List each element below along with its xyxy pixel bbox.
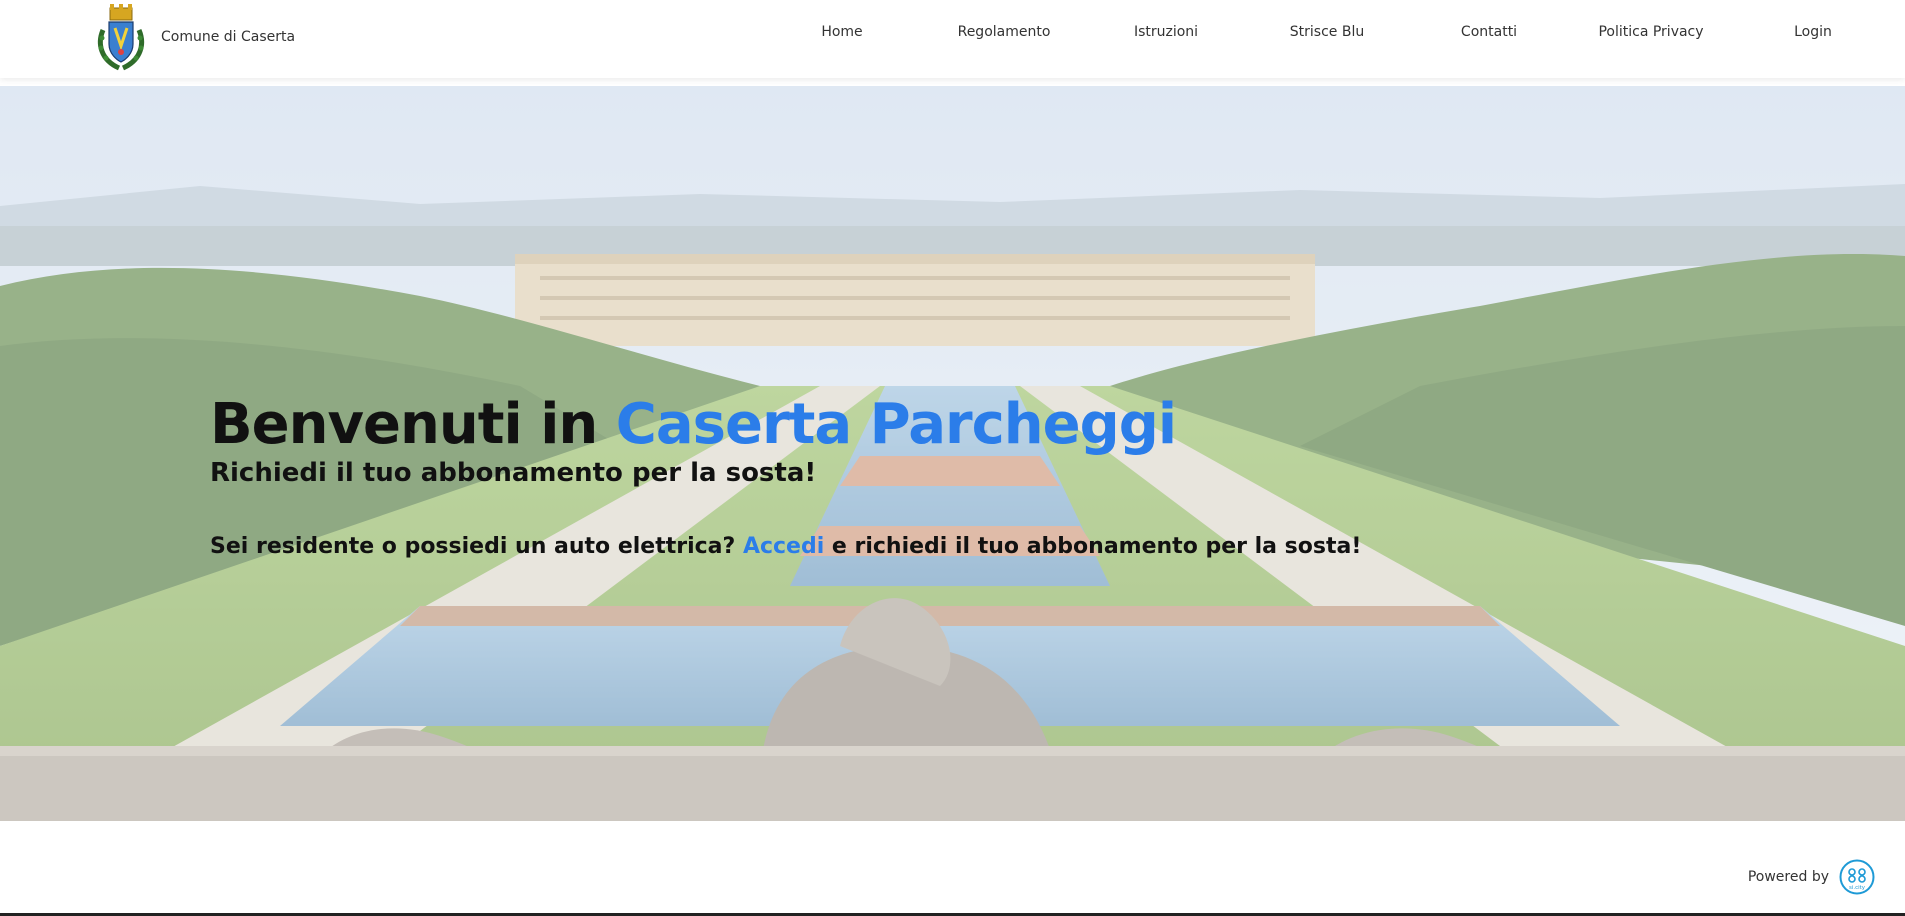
hero-section: Benvenuti in Caserta Parcheggi Richiedi … [0,86,1905,821]
powered-by-label: Powered by [1747,869,1829,885]
hero-cta-prefix: Sei residente o possiedi un auto elettri… [210,533,743,559]
site-header: Comune di Caserta Home Regolamento Istru… [0,0,1905,78]
nav-home[interactable]: Home [821,24,862,40]
accedi-link[interactable]: Accedi [743,534,824,559]
hero-title-accent: Caserta Parcheggi [615,392,1177,457]
svg-text:si.city: si.city [1849,885,1866,891]
hero-cta-suffix: e richiedi il tuo abbonamento per la sos… [824,533,1362,559]
nav-contatti[interactable]: Contatti [1461,24,1517,40]
comune-caserta-crest-icon [97,4,145,71]
brand-name: Comune di Caserta [161,29,296,45]
nav-strisce-blu[interactable]: Strisce Blu [1290,24,1364,40]
nav-regolamento[interactable]: Regolamento [958,24,1051,40]
hero-cta: Sei residente o possiedi un auto elettri… [210,534,1361,559]
hero-title: Benvenuti in Caserta Parcheggi [210,394,1361,456]
site-footer: Powered by si.city [0,821,1905,916]
powered-by[interactable]: Powered by si.city [1748,859,1875,895]
nav-istruzioni[interactable]: Istruzioni [1134,24,1198,40]
hero-title-prefix: Benvenuti in [210,392,616,457]
sicity-logo-icon: si.city [1839,859,1875,895]
nav-politica-privacy[interactable]: Politica Privacy [1598,24,1703,40]
hero-text: Benvenuti in Caserta Parcheggi Richiedi … [210,394,1361,559]
brand[interactable]: Comune di Caserta [95,2,295,72]
hero-subtitle: Richiedi il tuo abbonamento per la sosta… [210,457,817,488]
nav-login[interactable]: Login [1794,24,1832,40]
